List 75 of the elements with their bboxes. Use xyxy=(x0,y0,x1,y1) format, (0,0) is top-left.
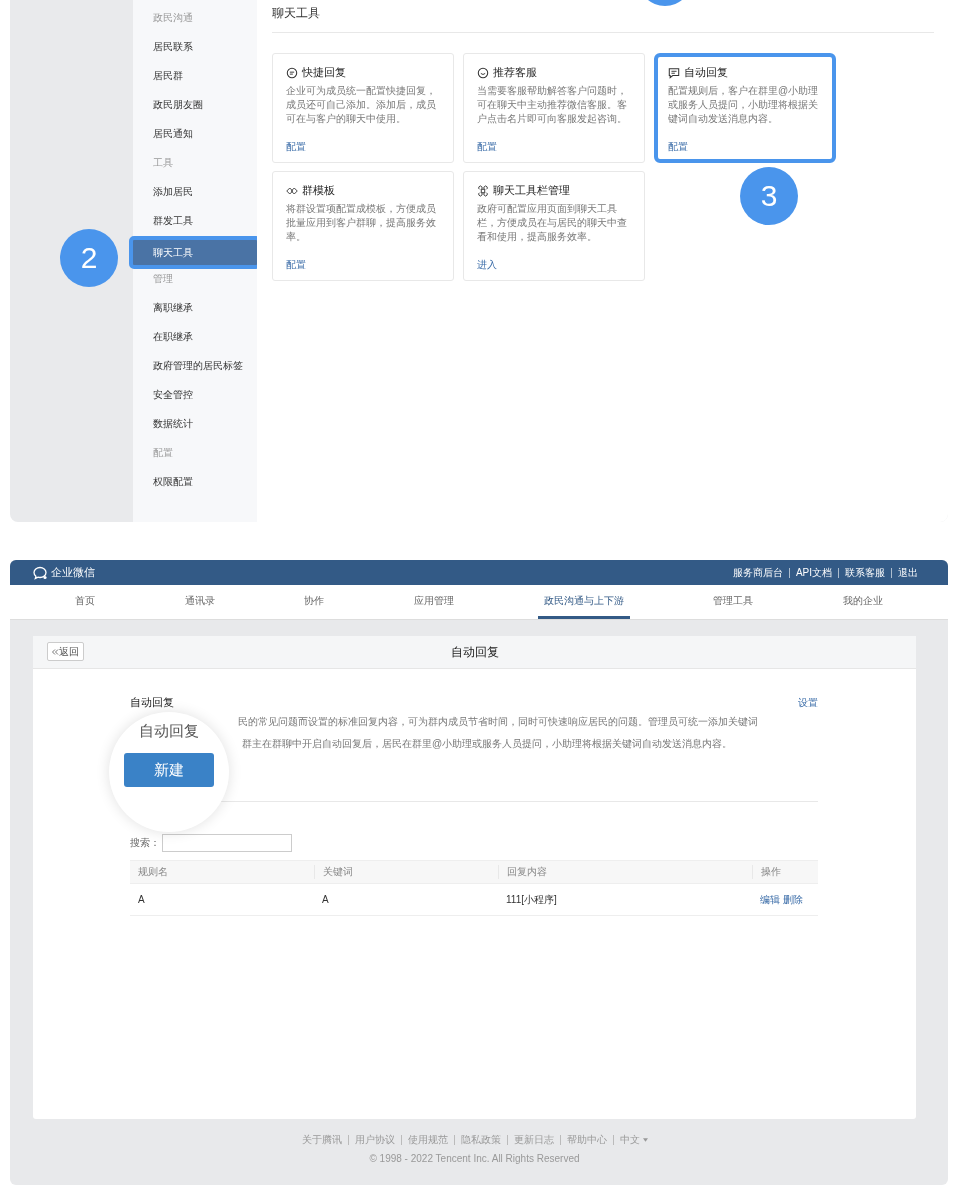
card-title: 推荐客服 xyxy=(493,65,537,80)
card-title: 聊天工具栏管理 xyxy=(493,183,570,198)
tool-card[interactable]: 自动回复 配置规则后，客户在群里@小助理或服务人员提问，小助理将根据关键词自动发送消息内容。 配置 xyxy=(654,53,836,163)
chat-logo-icon xyxy=(32,564,48,581)
column-header: 操作 xyxy=(752,865,818,879)
column-header: 回复内容 xyxy=(498,865,752,879)
card-description: 将群设置项配置成模板，方便成员批量应用到客户群聊，提高服务效率。 xyxy=(286,202,437,244)
section-title: 自动回复 xyxy=(130,695,174,710)
card-title: 自动回复 xyxy=(684,65,728,80)
table-cell-text: A xyxy=(321,894,330,905)
sidebar-item[interactable]: 居民联系 xyxy=(133,37,257,66)
card-action-link[interactable]: 配置 xyxy=(286,258,306,272)
card-action-link[interactable]: 进入 xyxy=(477,258,497,272)
new-button[interactable]: 新建 xyxy=(124,753,214,787)
sidebar-item[interactable]: 数据统计 xyxy=(133,414,257,443)
card-description: 政府可配置应用页面到聊天工具栏，方便成员在与居民的聊天中查看和使用，提高服务效率。 xyxy=(477,202,628,244)
card-action-link[interactable]: 配置 xyxy=(477,140,497,154)
nav-tab[interactable]: 首页 xyxy=(68,585,101,619)
sidebar-heading: 工具 xyxy=(152,156,174,170)
magnified-title: 自动回复 xyxy=(139,722,199,741)
header-link[interactable]: 退出 xyxy=(891,567,918,578)
card-action-link[interactable]: 配置 xyxy=(668,140,688,154)
sidebar-item[interactable]: 政府管理的居民标签 xyxy=(133,356,257,385)
sidebar-heading: 政民沟通 xyxy=(152,11,194,25)
back-button[interactable]: 返回 xyxy=(47,642,84,661)
step-marker: 2 xyxy=(60,229,118,287)
description-text: 民的常见问题而设置的标准回复内容，可为群内成员节省时间，同时可快速响应居民的问题。管理员可统一添加关键词 xyxy=(238,715,759,729)
header-link[interactable]: API文档 xyxy=(788,567,832,578)
caret-icon xyxy=(642,1138,648,1142)
search-label: 搜索： xyxy=(130,836,160,850)
card-title: 快捷回复 xyxy=(302,65,346,80)
card-description: 企业可为成员统一配置快捷回复，成员还可自己添加。添加后，成员可在与客户的聊天中使用。 xyxy=(286,84,437,126)
description-text: 群主在群聊中开启自动回复后，居民在群里@小助理或服务人员提问，小助理将根据关键词自动发送消息内容。 xyxy=(242,737,734,751)
chat-bubble-icon xyxy=(286,66,298,79)
column-header: 规则名 xyxy=(137,865,169,879)
nav-tab[interactable]: 通讯录 xyxy=(178,585,221,619)
sidebar-item[interactable]: 政民朋友圈 xyxy=(133,95,257,124)
sidebar-item[interactable]: 安全管控 xyxy=(133,385,257,414)
search-field[interactable] xyxy=(162,834,292,852)
card-description: 配置规则后，客户在群里@小助理或服务人员提问，小助理将根据关键词自动发送消息内容。 xyxy=(668,84,820,126)
table-cell-text: 111[小程序] xyxy=(505,892,558,907)
nav-tab[interactable]: 应用管理 xyxy=(407,585,460,619)
settings-link[interactable]: 设置 xyxy=(798,695,818,710)
sidebar-item[interactable]: 在职继承 xyxy=(133,327,257,356)
header-link[interactable]: 服务商后台 xyxy=(732,565,783,580)
header-link[interactable]: 联系客服 xyxy=(838,567,885,578)
sidebar-heading: 管理 xyxy=(152,272,174,286)
smiley-bubble-icon xyxy=(477,66,489,79)
card-title: 群模板 xyxy=(302,183,335,198)
column-header: 关键词 xyxy=(314,865,498,879)
sidebar-item[interactable]: 权限配置 xyxy=(133,472,257,501)
message-icon xyxy=(668,66,680,79)
nav-tab[interactable]: 管理工具 xyxy=(707,585,760,619)
card-action-link[interactable]: 配置 xyxy=(286,140,306,154)
tool-card[interactable]: 聊天工具栏管理 政府可配置应用页面到聊天工具栏，方便成员在与居民的聊天中查看和使用，提高服务效率。 进入 xyxy=(463,171,645,281)
sidebar-item[interactable]: 居民群 xyxy=(133,66,257,95)
row-action-link[interactable]: 编辑 xyxy=(760,892,780,907)
sidebar-item[interactable]: 离职继承 xyxy=(133,298,257,327)
copyright-text: © 1998 - 2022 Tencent Inc. All Rights Reserved xyxy=(369,1153,580,1164)
card-description: 当需要客服帮助解答客户问题时，可在聊天中主动推荐微信客服。客户点击名片即可向客服发起咨询。 xyxy=(477,84,628,126)
sidebar-item[interactable]: 居民通知 xyxy=(133,124,257,153)
logo-text: 企业微信 xyxy=(51,565,95,580)
sidebar-heading: 配置 xyxy=(152,446,174,460)
tool-card[interactable]: 快捷回复 企业可为成员统一配置快捷回复，成员还可自己添加。添加后，成员可在与客户的聊天中使用。 配置 xyxy=(272,53,454,163)
nav-tab[interactable]: 政民沟通与上下游 xyxy=(537,585,630,619)
panel-title: 自动回复 xyxy=(450,643,499,661)
nav-tab[interactable]: 协作 xyxy=(298,585,331,619)
row-action-link[interactable]: 删除 xyxy=(783,892,803,907)
table-cell-text: A xyxy=(137,894,146,905)
double-chevron-icon xyxy=(51,647,59,656)
tool-card[interactable]: 群模板 将群设置项配置成模板，方便成员批量应用到客户群聊，提高服务效率。 配置 xyxy=(272,171,454,281)
sidebar-item[interactable]: 添加居民 xyxy=(133,182,257,211)
command-icon xyxy=(477,184,489,197)
nav-tab[interactable]: 我的企业 xyxy=(837,585,890,619)
tool-card[interactable]: 推荐客服 当需要客服帮助解答客户问题时，可在聊天中主动推荐微信客服。客户点击名片即可向客服发起咨询。 配置 xyxy=(463,53,645,163)
